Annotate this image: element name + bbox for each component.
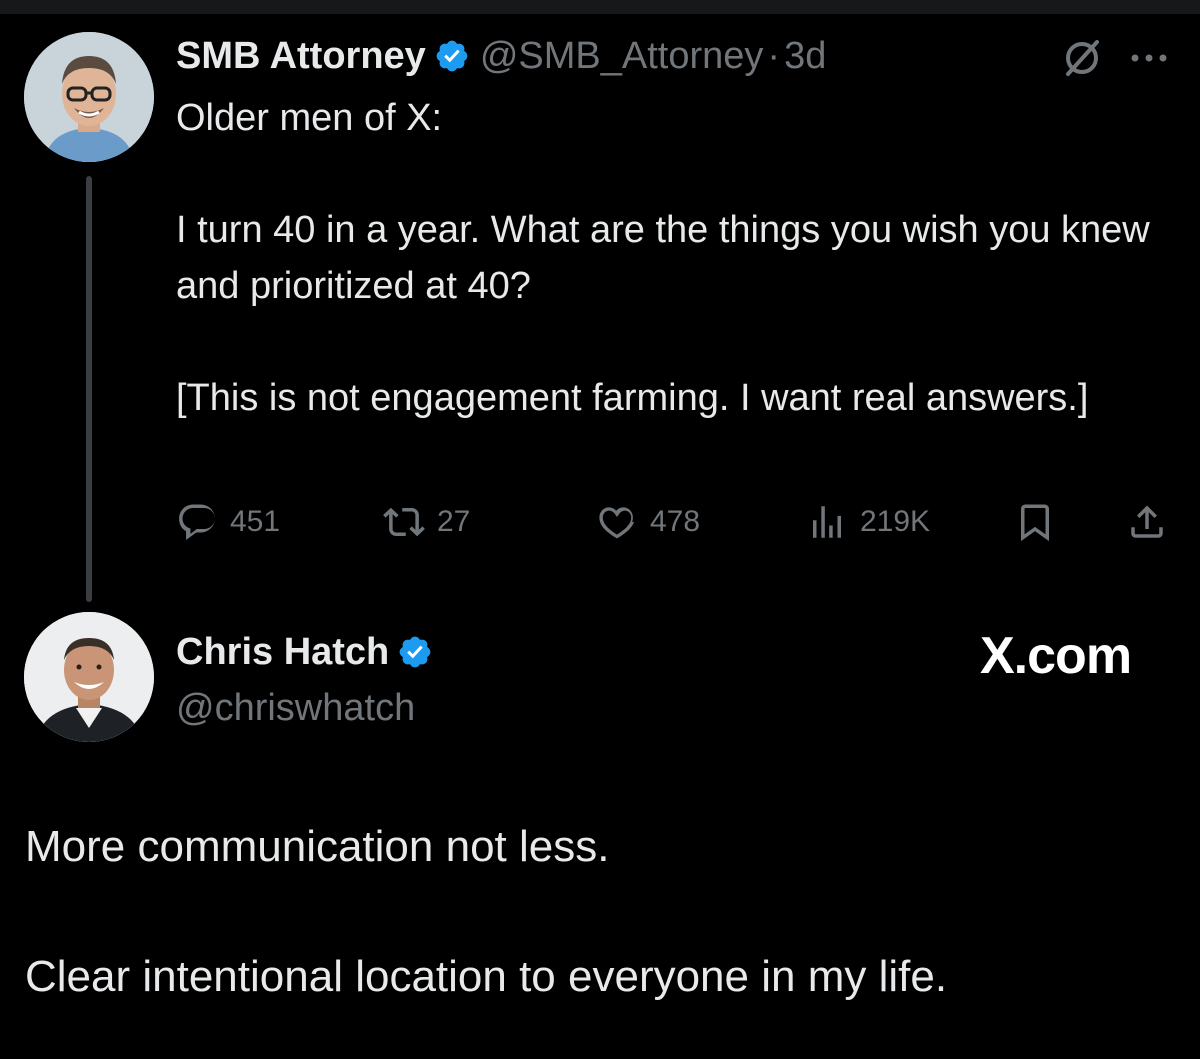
reply-header: Chris Hatch (176, 624, 443, 680)
retweet-count: 27 (437, 505, 471, 538)
author-name[interactable]: SMB Attorney (176, 35, 426, 78)
reply-button[interactable]: 451 (176, 496, 280, 548)
reply-text-line: Clear intentional location to everyone i… (25, 952, 948, 1001)
top-bar (0, 0, 1200, 14)
brand-logo: X.com (980, 627, 1132, 685)
tweet-header: SMB Attorney @SMB_Attorney · 3d (176, 30, 826, 82)
views-count: 219K (860, 505, 931, 538)
share-icon (1131, 505, 1163, 538)
avatar-smb-attorney[interactable] (24, 32, 154, 162)
reply-author-handle[interactable]: @chriswhatch (176, 680, 415, 736)
like-button[interactable]: 478 (596, 496, 700, 548)
author-handle[interactable]: @SMB_Attorney (480, 35, 764, 78)
verified-badge-icon (434, 38, 470, 74)
reply-author-name[interactable]: Chris Hatch (176, 631, 389, 674)
share-button[interactable] (1126, 496, 1168, 548)
tweet-time[interactable]: 3d (784, 35, 826, 78)
like-icon (599, 507, 634, 539)
bookmark-button[interactable] (1014, 496, 1056, 548)
avatar-chris-hatch[interactable] (24, 612, 154, 742)
reply-text: More communication not less. Clear inten… (25, 814, 1175, 1010)
views-button[interactable]: 219K (806, 496, 930, 548)
tweet-actions: 451 27 478 219K (176, 496, 1170, 548)
tweet-text: Older men of X: I turn 40 in a year. Wha… (176, 90, 1166, 426)
tweet-text-line: Older men of X: (176, 97, 443, 139)
retweet-icon (383, 507, 425, 537)
hide-icon[interactable] (1060, 36, 1104, 80)
more-icon[interactable] (1127, 46, 1171, 70)
reply-count: 451 (230, 505, 281, 538)
header-separator: · (767, 34, 781, 77)
thread-connector-line (86, 176, 92, 602)
like-count: 478 (650, 505, 701, 538)
reply-icon (179, 504, 215, 541)
retweet-button[interactable]: 27 (383, 496, 470, 548)
verified-badge-icon (397, 634, 433, 670)
tweet-text-line: [This is not engagement farming. I want … (176, 377, 1089, 419)
bookmark-icon (1021, 504, 1049, 542)
tweet-text-line: I turn 40 in a year. What are the things… (176, 209, 1150, 307)
views-icon (813, 506, 841, 538)
reply-text-line: More communication not less. (25, 822, 610, 871)
